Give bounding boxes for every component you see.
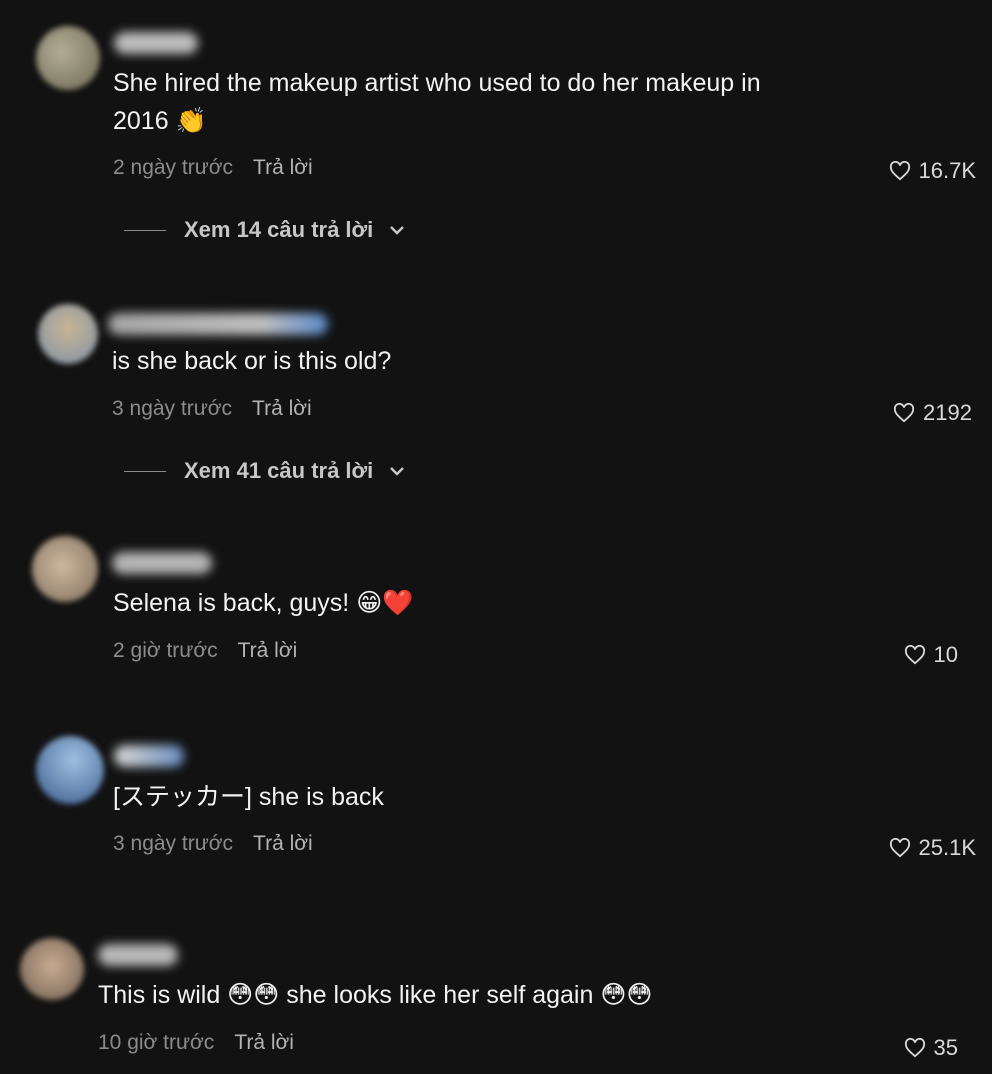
comment-text: is she back or is this old? (112, 342, 391, 380)
heart-icon (889, 161, 910, 181)
chevron-down-icon (390, 467, 405, 476)
timestamp: 3 ngày trước (113, 832, 234, 855)
reply-button[interactable]: Trả lời (238, 639, 298, 662)
like-button[interactable]: 2192 (893, 400, 972, 426)
timestamp: 2 ngày trước (113, 156, 234, 179)
comment-meta: 3 ngày trước Trả lời (112, 397, 312, 421)
view-replies-label: Xem 41 câu trả lời (184, 458, 374, 483)
comment-text: Selena is back, guys! 😁❤️ (113, 584, 413, 622)
avatar[interactable] (32, 536, 98, 602)
comment-text-line: is she back or is this old? (112, 347, 392, 375)
timestamp: 3 ngày trước (112, 397, 233, 420)
avatar[interactable] (36, 736, 104, 804)
comment-text: [ステッカー] she is back (113, 778, 384, 816)
heart-icon (904, 1038, 925, 1058)
comment-meta: 2 giờ trước Trả lời (113, 639, 297, 663)
reply-button[interactable]: Trả lời (234, 1031, 294, 1054)
comment-text-line: She hired the makeup artist who used to … (113, 69, 761, 97)
divider (124, 229, 166, 231)
comment-text-line: This is wild 😳😳 she looks like her self … (98, 981, 653, 1009)
comment-meta: 3 ngày trước Trả lời (113, 832, 313, 856)
like-count: 25.1K (918, 835, 977, 860)
like-count: 2192 (923, 400, 972, 425)
username-blurred[interactable] (114, 32, 198, 54)
comment-text: This is wild 😳😳 she looks like her self … (98, 976, 652, 1014)
comment-text: 2016 👏 (113, 102, 207, 140)
view-replies-label: Xem 14 câu trả lời (184, 217, 374, 242)
like-count: 10 (933, 642, 958, 667)
avatar[interactable] (20, 938, 84, 1000)
comment-text-line: Selena is back, guys! 😁❤️ (113, 589, 414, 617)
heart-icon (904, 645, 925, 665)
comment-text-line: 2016 👏 (113, 107, 207, 135)
chevron-down-icon (390, 226, 405, 235)
heart-icon (894, 403, 915, 423)
view-replies-button[interactable]: Xem 14 câu trả lời (124, 217, 405, 243)
timestamp: 10 giờ trước (98, 1031, 215, 1054)
timestamp: 2 giờ trước (113, 639, 218, 662)
avatar[interactable] (38, 304, 98, 364)
like-button[interactable]: 10 (904, 642, 958, 668)
reply-button[interactable]: Trả lời (253, 156, 313, 179)
like-button[interactable]: 25.1K (889, 835, 977, 861)
heart-icon (889, 838, 910, 858)
username-blurred[interactable] (98, 944, 178, 966)
reply-button[interactable]: Trả lời (253, 832, 313, 855)
username-blurred[interactable] (108, 313, 328, 335)
username-blurred[interactable] (114, 745, 184, 767)
like-button[interactable]: 35 (904, 1035, 958, 1061)
reply-button[interactable]: Trả lời (252, 397, 312, 420)
comment-text: She hired the makeup artist who used to … (113, 64, 761, 102)
comment-meta: 10 giờ trước Trả lời (98, 1031, 294, 1055)
view-replies-button[interactable]: Xem 41 câu trả lời (124, 458, 405, 484)
like-count: 35 (933, 1035, 958, 1060)
like-button[interactable]: 16.7K (889, 158, 977, 184)
username-blurred[interactable] (112, 552, 212, 574)
comment-text-line: [ステッカー] she is back (113, 783, 384, 811)
divider (124, 470, 166, 472)
comment-meta: 2 ngày trước Trả lời (113, 156, 313, 180)
avatar[interactable] (36, 26, 100, 90)
like-count: 16.7K (918, 158, 977, 183)
